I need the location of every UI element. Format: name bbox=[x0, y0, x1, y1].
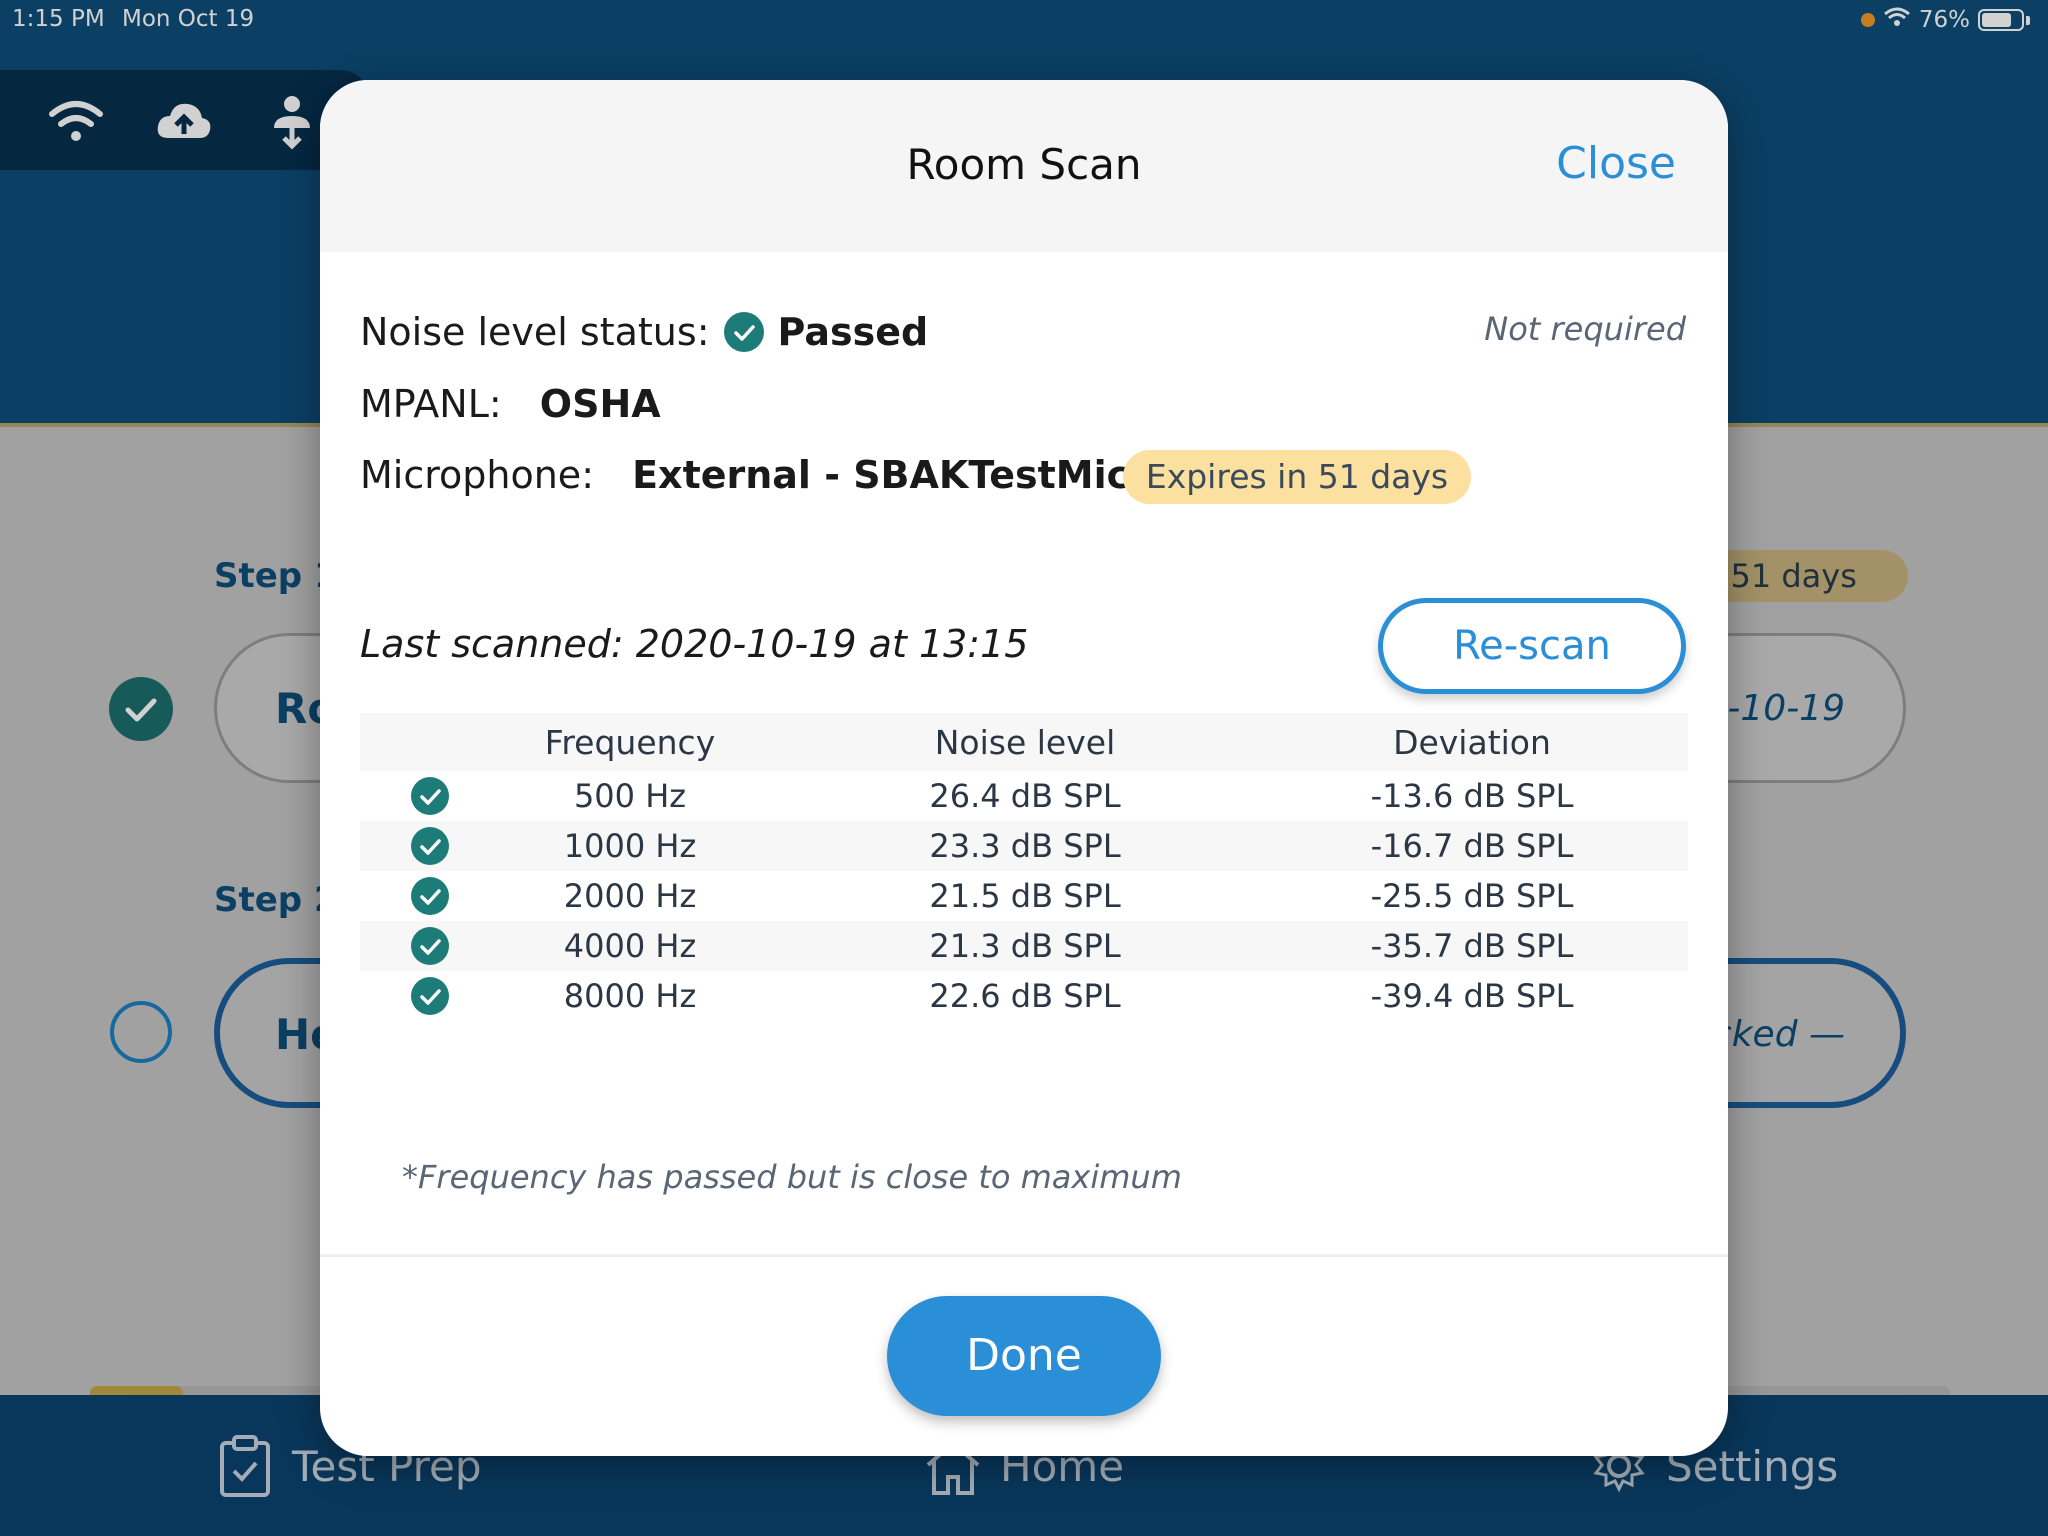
microphone-value: External - SBAKTestMic1 bbox=[632, 453, 1156, 497]
table-row: 8000 Hz 22.6 dB SPL -39.4 dB SPL bbox=[360, 971, 1688, 1021]
check-icon bbox=[411, 827, 449, 865]
check-icon bbox=[411, 927, 449, 965]
row-check-cell bbox=[400, 871, 460, 921]
row-check-cell bbox=[400, 971, 460, 1021]
row-check-cell bbox=[400, 921, 460, 971]
table-row: 1000 Hz 23.3 dB SPL -16.7 dB SPL bbox=[360, 821, 1688, 871]
passed-check-icon bbox=[723, 311, 764, 352]
noise-level-cell: 26.4 dB SPL bbox=[929, 777, 1121, 815]
table-header: Frequency Noise level Deviation bbox=[360, 713, 1688, 771]
close-button[interactable]: Close bbox=[1556, 138, 1676, 189]
header-frequency: Frequency bbox=[544, 722, 716, 762]
noise-level-cell: 22.6 dB SPL bbox=[929, 977, 1121, 1015]
deviation-cell: -13.6 dB SPL bbox=[1370, 777, 1574, 815]
room-scan-modal: Room Scan Close Noise level status: Passe… bbox=[320, 80, 1728, 1456]
deviation-cell: -39.4 dB SPL bbox=[1370, 977, 1574, 1015]
deviation-cell: -25.5 dB SPL bbox=[1370, 877, 1574, 915]
table-row: 2000 Hz 21.5 dB SPL -25.5 dB SPL bbox=[360, 871, 1688, 921]
noise-level-cell: 21.5 dB SPL bbox=[929, 877, 1121, 915]
noise-results-table: Frequency Noise level Deviation 500 Hz 26… bbox=[360, 713, 1688, 1021]
rescan-button[interactable]: Re-scan bbox=[1378, 598, 1686, 694]
header-deviation: Deviation bbox=[1393, 722, 1551, 762]
row-check-cell bbox=[400, 821, 460, 871]
noise-status-label: Noise level status: bbox=[360, 310, 710, 354]
modal-header: Room Scan Close bbox=[320, 80, 1728, 252]
noise-status-value: Passed bbox=[777, 310, 929, 354]
check-icon bbox=[411, 777, 449, 815]
modal-title: Room Scan bbox=[906, 140, 1142, 189]
table-row: 500 Hz 26.4 dB SPL -13.6 dB SPL bbox=[360, 771, 1688, 821]
header-noise-level: Noise level bbox=[934, 722, 1116, 762]
frequency-cell: 8000 Hz bbox=[563, 977, 697, 1015]
footer-divider bbox=[320, 1254, 1728, 1257]
noise-status-row: Noise level status: Passed bbox=[360, 310, 928, 358]
check-icon bbox=[411, 977, 449, 1015]
frequency-cell: 1000 Hz bbox=[563, 827, 697, 865]
microphone-row: Microphone: External - SBAKTestMic1 bbox=[360, 453, 1156, 497]
footnote: *Frequency has passed but is close to ma… bbox=[402, 1158, 1182, 1196]
table-body: 500 Hz 26.4 dB SPL -13.6 dB SPL 1000 Hz 23.3… bbox=[360, 771, 1688, 1021]
done-button[interactable]: Done bbox=[887, 1296, 1161, 1416]
deviation-cell: -16.7 dB SPL bbox=[1370, 827, 1574, 865]
table-row: 4000 Hz 21.3 dB SPL -35.7 dB SPL bbox=[360, 921, 1688, 971]
last-scanned-text: Last scanned: 2020-10-19 at 13:15 bbox=[360, 622, 1029, 666]
not-required-note: Not required bbox=[1484, 310, 1686, 348]
noise-level-cell: 21.3 dB SPL bbox=[929, 927, 1121, 965]
noise-level-cell: 23.3 dB SPL bbox=[929, 827, 1121, 865]
deviation-cell: -35.7 dB SPL bbox=[1370, 927, 1574, 965]
frequency-cell: 500 Hz bbox=[573, 777, 687, 815]
row-check-cell bbox=[400, 771, 460, 821]
microphone-label: Microphone: bbox=[360, 453, 594, 497]
frequency-cell: 4000 Hz bbox=[563, 927, 697, 965]
mic-expiry-badge: Expires in 51 days bbox=[1123, 450, 1471, 504]
mpanl-value: OSHA bbox=[539, 382, 661, 426]
mpanl-label: MPANL: bbox=[360, 382, 502, 426]
frequency-cell: 2000 Hz bbox=[563, 877, 697, 915]
check-icon bbox=[411, 877, 449, 915]
mpanl-row: MPANL: OSHA bbox=[360, 382, 661, 426]
